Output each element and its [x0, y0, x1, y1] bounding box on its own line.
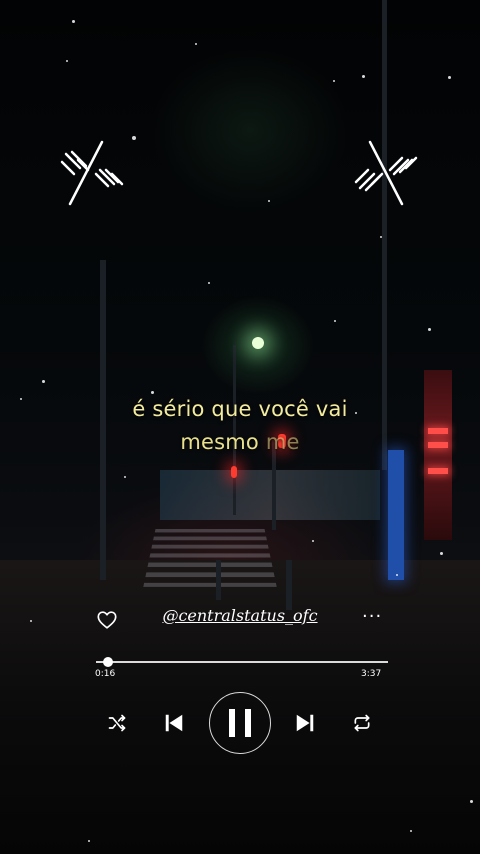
repeat-button[interactable]: [352, 713, 372, 733]
street-pole: [216, 560, 221, 600]
soundwave-icon: [60, 140, 124, 206]
lyric-line-2-fade: me: [265, 430, 300, 454]
street-light: [252, 337, 264, 349]
repeat-icon: [354, 714, 370, 732]
heart-outline-icon[interactable]: [96, 609, 118, 631]
red-sign: [424, 370, 452, 540]
snowflake: [440, 552, 443, 555]
snowflake: [362, 75, 365, 78]
snowflake: [132, 136, 136, 140]
more-options-button[interactable]: ···: [362, 606, 382, 627]
total-time: 3:37: [361, 669, 382, 679]
soundwave-icon: [354, 140, 418, 206]
shuffle-icon: [108, 714, 126, 732]
current-time: 0:16: [95, 669, 116, 679]
snowflake: [88, 840, 90, 842]
pause-icon: [229, 709, 251, 737]
snowflake: [195, 43, 197, 45]
snowflake: [334, 320, 336, 322]
snowflake: [151, 391, 154, 394]
blue-pole: [388, 450, 404, 580]
snowflake: [312, 540, 314, 542]
skip-previous-icon: [165, 714, 183, 732]
snowflake: [380, 236, 382, 238]
snowflake: [42, 380, 45, 383]
progress-bar[interactable]: [96, 661, 388, 663]
shuffle-button[interactable]: [107, 713, 127, 733]
crosswalk: [143, 528, 277, 587]
snowflake: [30, 620, 32, 622]
snowflake: [428, 328, 431, 331]
lyric-line-1: é sério que você vai: [132, 397, 348, 421]
snowflake: [410, 830, 412, 832]
snowflake: [396, 574, 398, 576]
next-button[interactable]: [294, 712, 316, 734]
snowflake: [72, 20, 75, 23]
snowflake: [333, 80, 335, 82]
distant-buildings: [160, 470, 380, 520]
snowflake: [124, 476, 126, 478]
pause-button[interactable]: [209, 692, 271, 754]
snowflake: [268, 200, 270, 202]
progress-thumb[interactable]: [102, 657, 113, 667]
snowflake: [470, 800, 473, 803]
account-username[interactable]: @centralstatus_ofc: [150, 606, 330, 625]
street-pole: [286, 560, 292, 610]
lyric-line-2-main: mesmo: [180, 430, 266, 454]
skip-next-icon: [296, 714, 314, 732]
lyric-line-2: mesmo me: [0, 430, 480, 454]
previous-button[interactable]: [163, 712, 185, 734]
snowflake: [208, 282, 210, 284]
traffic-light-red: [231, 466, 237, 478]
snowflake: [448, 76, 451, 79]
snowflake: [66, 60, 68, 62]
